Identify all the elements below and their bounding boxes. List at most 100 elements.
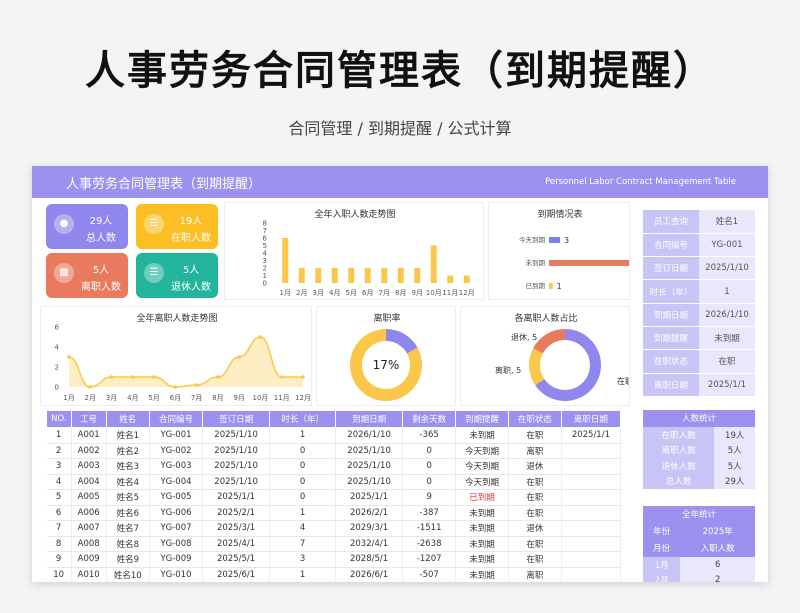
hire-chart-panel: 全年入职人数走势图 0 1 2 3 4 5 6 7 8 1月 2月 3月 4月 5月 6月 7月 8月 9月 10月… (224, 202, 484, 300)
stat-key: 在职人数 (643, 426, 715, 443)
column-header[interactable]: 签订日期 (201, 410, 271, 428)
bar[interactable] (364, 268, 371, 283)
lookup-value: 2025/1/10 (699, 256, 755, 281)
bar[interactable] (463, 275, 470, 284)
table-row[interactable]: 4 A004 姓名4 YG-004 2025/1/10 0 2025/1/10 0 今天到期 在职 (46, 474, 622, 490)
data-point[interactable] (88, 385, 93, 389)
table-row[interactable]: 8 A008 姓名8 YG-008 2025/4/1 7 2032/4/1 -2638 未到期在… (46, 536, 622, 552)
page-title: 人事劳务合同管理表（到期提醒） (85, 48, 715, 94)
data-point[interactable] (109, 375, 114, 379)
year-stats-table: 全年统计 年份 2025年 月份 入职人数 1月 6 2月 2 (643, 505, 755, 582)
table-row[interactable]: 9 A009 姓名9 YG-009 2025/5/1 3 2028/5/1 -1207 未到期在… (46, 551, 622, 568)
column-header[interactable]: 到期提醒 (455, 410, 509, 428)
data-point[interactable] (67, 355, 71, 359)
bar[interactable] (430, 245, 437, 284)
table-cell: 0 (269, 458, 336, 475)
lookup-key: 时长（年） (643, 279, 699, 304)
table-row[interactable]: 10 A010 姓名10 YG-010 2025/6/1 1 2026/6/1 -507 未到期… (46, 567, 622, 582)
bar[interactable] (549, 283, 553, 289)
data-point[interactable] (279, 375, 284, 379)
data-point[interactable] (258, 335, 263, 339)
data-point[interactable] (173, 385, 178, 389)
bar[interactable] (282, 238, 289, 283)
pie-slice[interactable] (529, 348, 545, 386)
table-cell: 0 (402, 474, 457, 490)
leave-chart-panel: 全年离职人数走势图 0 2 4 6 1月 2月 3月 4月 5月 6月 7月 8月 9月 10月 11月 12… (40, 306, 312, 406)
table-cell: -507 (402, 567, 457, 582)
center-label: 17% (373, 358, 400, 372)
data-point[interactable] (131, 375, 135, 379)
table-row[interactable]: 2 A002 姓名2 YG-002 2025/1/10 0 2025/1/10 0 今天到期 离职 (46, 443, 622, 459)
lookup-row: 时长（年） 1 (643, 279, 755, 304)
x-tick-label: 2月 (85, 394, 96, 402)
lookup-row: 合同编号 YG-001 (643, 233, 755, 258)
table-cell: 5 (46, 489, 72, 506)
column-header[interactable]: 在职状态 (507, 410, 562, 428)
column-header[interactable]: 合同编号 (149, 410, 203, 428)
bar[interactable] (331, 268, 338, 283)
bar[interactable] (315, 268, 322, 283)
table-row[interactable]: 5 A005 姓名5 YG-005 2025/1/1 0 2025/1/1 9 已到期 在职 (46, 489, 622, 506)
table-row[interactable]: 3 A003 姓名3 YG-003 2025/1/10 0 2025/1/10 0 今天到期 退休 (46, 458, 622, 475)
table-row[interactable]: 7 A007 姓名7 YG-007 2025/3/1 4 2029/3/1 -1511 未到期退… (46, 520, 622, 537)
column-header[interactable]: NO. (46, 410, 72, 428)
table-cell: YG-008 (149, 536, 203, 552)
table-cell: YG-003 (149, 458, 203, 475)
bar[interactable] (397, 268, 404, 283)
pie-slice[interactable] (533, 329, 565, 354)
x-tick-label: 10月 (252, 394, 268, 402)
bar[interactable] (348, 268, 355, 283)
column-header[interactable]: 离职日期 (560, 410, 622, 428)
table-cell: -2638 (402, 536, 457, 552)
stat-value: 19人 (714, 426, 755, 443)
x-tick-label: 7月 (191, 394, 202, 402)
lookup-key: 到期提醒 (643, 326, 699, 351)
table-cell: 在职 (508, 474, 562, 490)
y-tick-label: 0 (263, 280, 267, 288)
share-donut-chart: 在职, 19 离职, 5 退休, 5 (495, 329, 629, 401)
bar[interactable] (549, 260, 629, 266)
table-cell: 今天到期 (455, 474, 509, 490)
banner-title: 人事劳务合同管理表（到期提醒） (66, 177, 262, 192)
column-header[interactable]: 时长（年） (269, 410, 336, 428)
table-cell: 姓名2 (106, 443, 151, 459)
column-header[interactable]: 姓名 (105, 410, 151, 428)
bar[interactable] (447, 275, 454, 284)
column-header[interactable]: 到期日期 (334, 410, 404, 428)
table-cell: 0 (269, 474, 336, 490)
column-header[interactable]: 剩余天数 (402, 410, 457, 428)
table-row[interactable]: 1 A001 姓名1 YG-001 2025/1/10 1 2026/1/10 -365 未到期… (46, 427, 622, 444)
column-header[interactable]: 工号 (70, 410, 107, 428)
table-cell: YG-010 (149, 567, 203, 582)
lookup-key: 合同编号 (643, 233, 699, 258)
employee-select[interactable]: 姓名1 (699, 210, 755, 234)
turnover-donut-chart: 17% (350, 329, 422, 401)
data-point[interactable] (152, 375, 156, 379)
table-cell: 2025/2/1 (202, 505, 271, 521)
bar[interactable] (298, 268, 305, 283)
table-row[interactable]: 6 A006 姓名6 YG-006 2025/2/1 1 2026/2/1 -387 未到期 在职 (46, 505, 622, 521)
data-point[interactable] (237, 355, 241, 359)
data-point[interactable] (301, 375, 305, 379)
lookup-row: 到期提醒 未到期 (643, 326, 755, 351)
stat-row: 离职人数 5人 (643, 442, 755, 458)
year-stats-title: 全年统计 (643, 505, 755, 523)
page-subtitle: 合同管理 / 到期提醒 / 公式计算 (288, 119, 512, 138)
stat-row: 总人数 29人 (643, 473, 755, 489)
bar[interactable] (381, 268, 388, 283)
table-cell: 2025/4/1 (202, 536, 271, 552)
y-tick-label: 0 (55, 384, 59, 392)
x-tick-label: 2月 (296, 289, 307, 297)
table-cell: 姓名10 (106, 567, 151, 582)
bar[interactable] (414, 268, 421, 283)
table-cell: 在职 (508, 427, 562, 444)
data-point[interactable] (194, 383, 199, 387)
data-point[interactable] (216, 375, 220, 379)
table-cell: A008 (71, 536, 107, 552)
kpi-total: ● 29人 总人数 (46, 204, 128, 249)
pie-slice[interactable] (386, 329, 418, 354)
bar[interactable] (549, 237, 561, 243)
lookup-value: YG-001 (699, 233, 755, 258)
table-cell: YG-005 (149, 489, 203, 506)
stat-key: 2月 (643, 572, 681, 582)
